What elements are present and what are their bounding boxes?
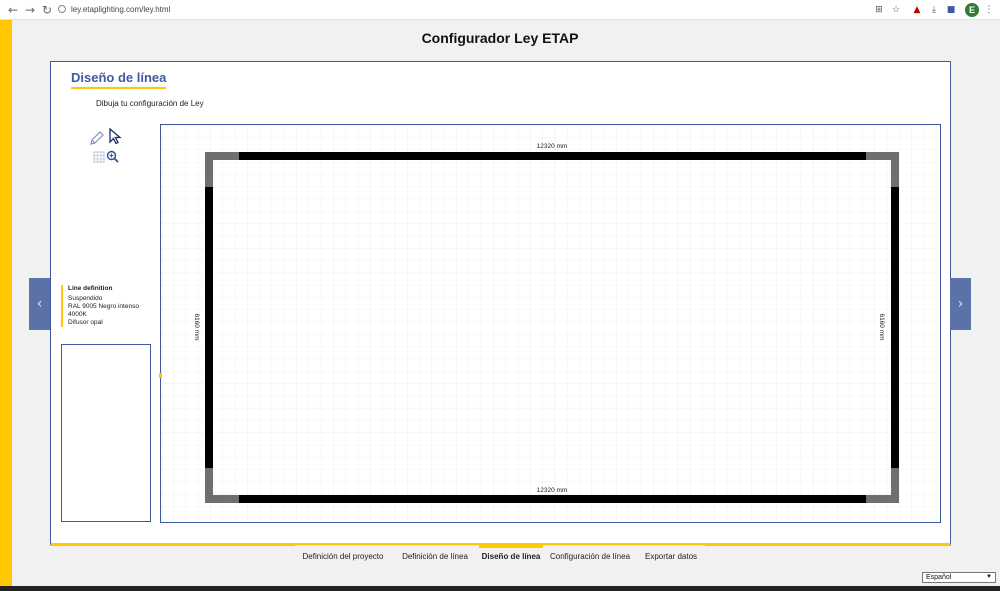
next-arrow-button[interactable]: › [950,278,971,330]
cursor-icon[interactable] [107,128,123,144]
line-definition-color: RAL 9005 Negro intenso [68,303,139,310]
line-definition-panel: Line definition Suspendido RAL 9005 Negr… [61,285,151,327]
right-line-segment[interactable] [891,187,899,468]
left-dimension-label: 6160 mm [193,313,200,340]
chevron-down-icon: ▼ [986,574,992,580]
extension-icon[interactable]: ⤓ [927,3,941,17]
left-line-segment[interactable] [205,187,213,468]
tab-definicion-proyecto[interactable]: Definición del proyecto [295,545,391,565]
tab-exportar-datos[interactable]: Exportar datos [637,545,705,565]
tab-configuracion-linea[interactable]: Configuración de línea [543,545,637,565]
site-info-icon[interactable] [58,5,66,13]
pdf-extension-icon[interactable]: ▲ [910,3,924,17]
language-selected: Español [926,574,952,581]
zoom-icon[interactable] [106,150,119,163]
bottom-line-segment[interactable] [239,495,866,503]
back-icon[interactable]: ← [6,3,20,17]
drawing-canvas[interactable]: 12320 mm 12320 mm 6160 mm 6160 mm [160,124,941,523]
tab-diseno-linea[interactable]: Diseño de línea [479,545,543,565]
top-line-segment[interactable] [239,152,866,160]
bottom-bar [0,586,1000,591]
extension-puzzle-icon[interactable]: ■ [944,3,958,17]
reload-icon[interactable]: ↻ [40,3,54,17]
line-definition-mounting: Suspendido [68,295,103,302]
language-select[interactable]: Español ▼ [922,572,996,583]
address-bar[interactable]: ley.etaplighting.com/ley.html [58,2,908,18]
top-dimension-label: 12320 mm [537,143,568,150]
section-title: Diseño de línea [71,70,167,89]
canvas-resize-marker [159,373,162,378]
bookmark-star-icon[interactable]: ☆ [889,3,903,17]
forward-icon[interactable]: → [23,3,37,17]
preview-box [61,344,151,522]
section-subtitle: Dibuja tu configuración de Ley [96,99,204,108]
pencil-icon[interactable] [89,130,105,146]
accent-strip [0,20,12,591]
grid-icon[interactable] [93,151,105,163]
url-text: ley.etaplighting.com/ley.html [71,5,171,14]
translate-icon[interactable]: ⊞ [872,3,886,17]
bottom-dimension-label: 12320 mm [537,487,568,494]
canvas-grid [161,125,940,522]
browser-toolbar: ← → ↻ ley.etaplighting.com/ley.html ⊞ ☆ … [0,0,1000,20]
line-definition-title: Line definition [68,285,113,292]
tab-definicion-linea[interactable]: Definición de línea [391,545,479,565]
profile-avatar[interactable]: E [965,3,979,17]
canvas-svg[interactable]: 12320 mm 12320 mm 6160 mm 6160 mm [161,125,940,522]
previous-arrow-button[interactable]: ‹ [29,278,50,330]
app-title: Configurador Ley ETAP [421,30,579,46]
right-dimension-label: 6160 mm [878,313,885,340]
menu-icon[interactable]: ⋮ [982,3,996,17]
line-definition-diffuser: Difusor opal [68,319,103,326]
line-definition-cct: 4000K [68,311,87,318]
